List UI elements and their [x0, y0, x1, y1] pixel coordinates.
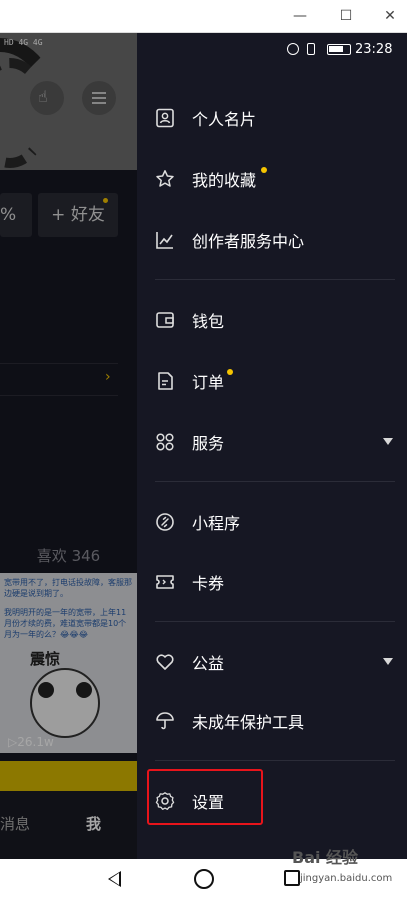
menu-item-coupons[interactable]: 卡券	[137, 557, 407, 607]
status-time: 23:28	[355, 42, 393, 57]
alarm-icon	[287, 43, 299, 55]
menu-item-label: 卡券	[192, 574, 225, 593]
menu-item-profile-card[interactable]: 个人名片	[137, 93, 407, 143]
menu-item-label: 公益	[192, 654, 225, 673]
dim-overlay[interactable]	[0, 33, 137, 859]
menu-item-label: 钱包	[192, 312, 225, 331]
back-icon[interactable]	[108, 871, 121, 887]
minimize-button[interactable]: —	[290, 6, 310, 26]
menu-item-services[interactable]: 服务	[137, 417, 407, 467]
status-bar: 23:28	[137, 33, 407, 69]
umbrella-icon	[156, 712, 174, 730]
menu-item-label: 小程序	[192, 514, 241, 533]
divider	[155, 621, 395, 622]
menu-item-charity[interactable]: 公益	[137, 637, 407, 687]
notification-dot	[227, 369, 233, 375]
menu-item-minor-protection[interactable]: 未成年保护工具	[137, 696, 407, 746]
wallet-icon	[156, 312, 174, 328]
menu-item-label: 订单	[192, 373, 225, 392]
menu-item-wallet[interactable]: 钱包	[137, 295, 407, 345]
side-drawer: 23:28 个人名片 我的收藏 创作者服务中心 钱包 订单 服务 小程序 卡券 …	[137, 33, 407, 859]
menu-item-label: 未成年保护工具	[192, 713, 305, 732]
recent-apps-icon[interactable]	[284, 870, 300, 886]
battery-icon	[327, 44, 351, 55]
caret-down-icon[interactable]	[383, 438, 393, 445]
menu-item-label: 服务	[192, 434, 225, 453]
settings-highlight-box	[147, 769, 263, 825]
menu-item-mini-programs[interactable]: 小程序	[137, 497, 407, 547]
profile-page-background: HD 4G 4G ☝ % + 好友 › 喜欢 346 宽带用不了，打电话投故障，…	[0, 33, 137, 859]
menu-item-label: 创作者服务中心	[192, 232, 305, 251]
menu-item-orders[interactable]: 订单	[137, 356, 407, 406]
vibrate-icon	[307, 43, 315, 55]
divider	[155, 481, 395, 482]
close-button[interactable]: ✕	[380, 6, 400, 26]
baidu-watermark-url: jingyan.baidu.com	[300, 873, 393, 884]
home-icon[interactable]	[194, 869, 214, 889]
notification-dot	[261, 167, 267, 173]
maximize-button[interactable]: ☐	[336, 6, 356, 26]
id-card-icon	[156, 108, 174, 128]
ticket-icon	[156, 575, 174, 589]
link-icon	[156, 513, 174, 531]
menu-item-favorites[interactable]: 我的收藏	[137, 154, 407, 204]
divider	[155, 279, 395, 280]
menu-item-creator-center[interactable]: 创作者服务中心	[137, 215, 407, 265]
heart-icon	[156, 654, 174, 670]
baidu-watermark-logo: Bai 经验	[292, 848, 359, 867]
divider	[155, 760, 395, 761]
order-icon	[158, 372, 173, 390]
star-icon	[156, 170, 174, 187]
grid-icon	[156, 433, 174, 451]
caret-down-icon[interactable]	[383, 658, 393, 665]
chart-line-icon	[156, 232, 173, 249]
menu-item-label: 我的收藏	[192, 171, 257, 190]
menu-item-label: 个人名片	[192, 110, 257, 129]
window-title-bar: — ☐ ✕	[0, 0, 407, 33]
